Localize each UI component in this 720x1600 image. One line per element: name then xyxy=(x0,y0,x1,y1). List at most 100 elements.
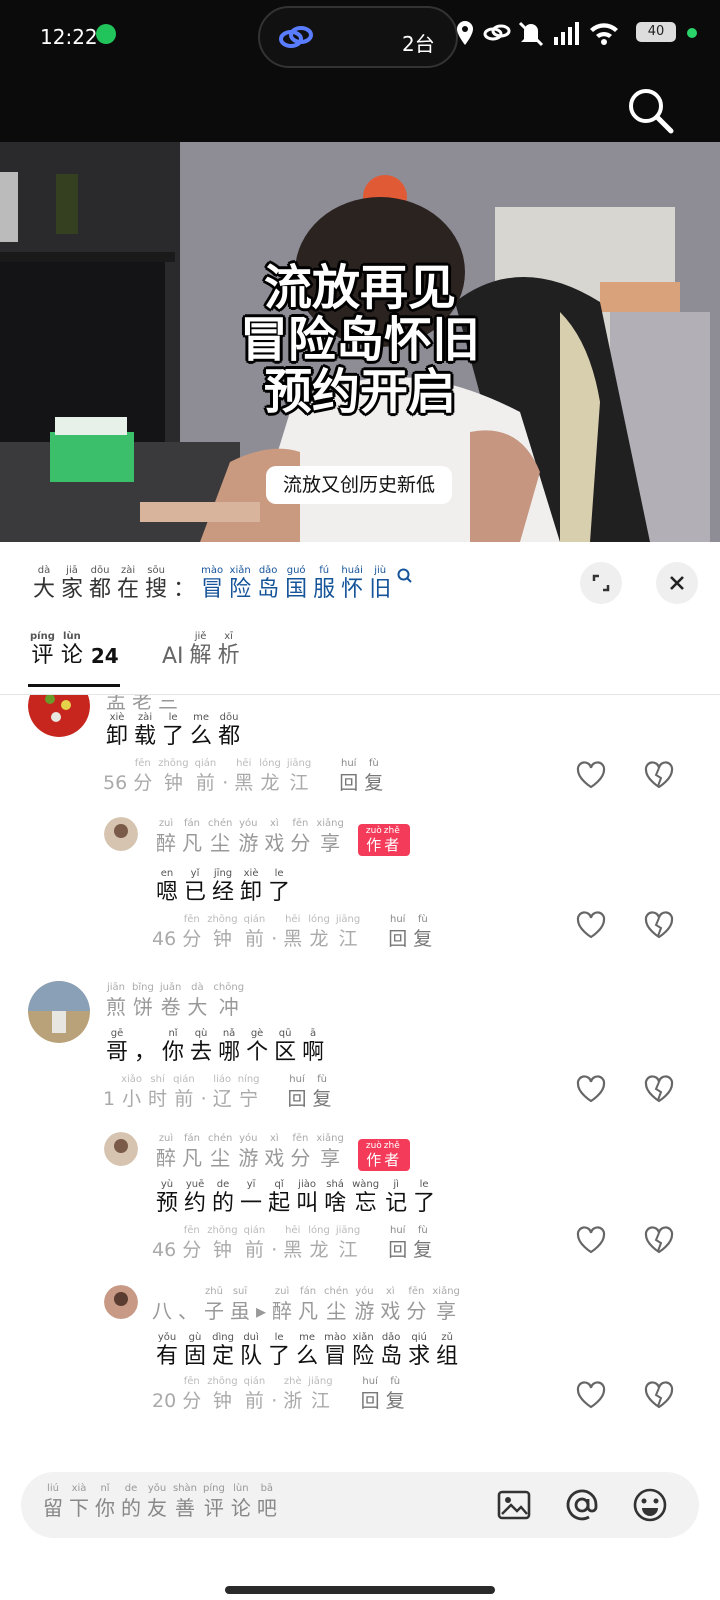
pinyin-annotation: jiāng xyxy=(335,1225,361,1236)
pinyin-char: fán 凡 xyxy=(182,817,202,856)
hanzi: 怀 xyxy=(341,577,364,602)
trending-search[interactable]: dà 大 jiā 家 dōu 都 zài 在 sōu 搜 ： mào 冒 xiǎn 险 dǎo 岛 guó 国 fú… xyxy=(33,564,413,603)
dislike-icon[interactable] xyxy=(643,1379,675,1411)
trend-keyword[interactable]: mào 冒 xiǎn 险 dǎo 岛 guó 国 fú 服 huái 怀 jiù 旧 xyxy=(201,565,397,603)
image-icon[interactable] xyxy=(495,1486,533,1524)
like-icon[interactable] xyxy=(575,909,607,941)
reply-button[interactable]: huí 回 fù 复 xyxy=(361,1376,411,1414)
pinyin-char: yī 一 xyxy=(240,1178,262,1217)
pinyin-annotation: fēn xyxy=(183,1376,200,1387)
expand-button[interactable] xyxy=(580,562,622,604)
close-button[interactable] xyxy=(656,562,698,604)
comment-text: yǒu 有 gù 固 dìng 定 duì 队 le 了 me 么 mào 冒 xiǎn 险 dǎo 岛 qiú 求 z… xyxy=(156,1331,464,1370)
pinyin-annotation: fēn xyxy=(183,1225,200,1236)
tab-comments[interactable]: píng 评 lùn 论 24 xyxy=(30,630,119,669)
dislike-icon[interactable] xyxy=(643,1073,675,1105)
pinyin-char: ： xyxy=(173,564,195,603)
comment-username[interactable]: zuì 醉 fán 凡 chén 尘 yóu 游 xì 戏 fēn 分 xiǎng 享 zuò 作 zhě 者 xyxy=(156,817,410,856)
pinyin-char: píng 评 xyxy=(203,1482,225,1521)
pinyin-char: · xyxy=(271,1224,277,1263)
pinyin-char: chén 尘 xyxy=(208,1132,232,1171)
search-icon[interactable] xyxy=(626,86,676,136)
comment-username[interactable]: 八 、 zhū 子 suī 虽 ▸ zuì 醉 fán 凡 chén 尘 yóu 游 xì 戏 fēn 分 xiǎ… xyxy=(152,1285,466,1324)
pinyin-annotation xyxy=(256,1285,266,1298)
comment-composer: liú 留 xià 下 nǐ 你 de 的 yǒu 友 shàn 善 píng 评 lùn 论 bā 吧 xyxy=(0,1452,720,1600)
like-icon[interactable] xyxy=(575,759,607,791)
tab-ai-analysis[interactable]: AI jiě 解 xī 析 xyxy=(162,630,246,669)
pinyin-annotation: fēn xyxy=(292,1133,309,1144)
pinyin-annotation: qiú xyxy=(411,1332,427,1343)
video-player[interactable]: 流放再见 冒险岛怀旧 预约开启 流放又创历史新低 xyxy=(0,142,720,542)
pinyin-annotation: en xyxy=(160,868,174,879)
hanzi: 尘 xyxy=(210,831,231,855)
like-icon[interactable] xyxy=(575,1379,607,1411)
pinyin-char: zhè 浙 xyxy=(283,1375,302,1414)
hanzi: 了 xyxy=(268,880,291,905)
dislike-icon[interactable] xyxy=(643,909,675,941)
pinyin-char: fán 凡 xyxy=(182,1132,202,1171)
pinyin-char: dǎo 岛 xyxy=(380,1331,402,1370)
pinyin-char: zhě 者 xyxy=(384,826,400,854)
tab-ai-prefix: AI xyxy=(162,644,184,669)
hanzi: 回 xyxy=(360,1390,380,1412)
hanzi: 戏 xyxy=(380,1299,401,1323)
hanzi: 搜 xyxy=(145,577,168,602)
mention-icon[interactable] xyxy=(563,1486,601,1524)
hanzi: 评 xyxy=(31,643,54,668)
reply-button[interactable]: huí 回 fù 复 xyxy=(288,1074,338,1112)
hanzi: 前 xyxy=(195,772,215,794)
hanzi: 复 xyxy=(413,1239,433,1261)
avatar[interactable] xyxy=(104,1285,138,1319)
dynamic-island[interactable]: 2台 xyxy=(258,6,458,68)
pinyin-char: me 么 xyxy=(296,1331,318,1370)
video-caption: 流放又创历史新低 xyxy=(266,466,452,504)
pinyin-annotation: xiǎn xyxy=(229,565,251,576)
hanzi: 啥 xyxy=(324,1191,347,1216)
hanzi: 作 xyxy=(366,836,382,854)
pinyin-char: huí 回 xyxy=(361,1375,380,1414)
search-icon[interactable] xyxy=(397,568,413,584)
reply-button[interactable]: huí 回 fù 复 xyxy=(388,914,438,952)
like-icon[interactable] xyxy=(575,1073,607,1105)
reply-button[interactable]: huí 回 fù 复 xyxy=(339,758,389,796)
hanzi: ： xyxy=(173,577,196,602)
hanzi: 定 xyxy=(212,1344,235,1369)
pinyin-char: mào 冒 xyxy=(201,564,223,603)
comment-username[interactable]: jiān 煎 bǐng 饼 juǎn 卷 dà 大 chōng 冲 xyxy=(106,981,250,1020)
pinyin-annotation: xiè xyxy=(243,868,259,879)
pinyin-char: ▸ xyxy=(256,1285,266,1324)
hanzi: 龙 xyxy=(309,1239,329,1261)
comment-username[interactable]: zuì 醉 fán 凡 chén 尘 yóu 游 xì 戏 fēn 分 xiǎng 享 zuò 作 zhě 者 xyxy=(156,1132,410,1171)
avatar[interactable] xyxy=(104,1132,138,1166)
pinyin-annotation xyxy=(152,1375,176,1388)
avatar[interactable] xyxy=(28,695,90,737)
emoji-icon[interactable] xyxy=(631,1486,669,1524)
home-indicator[interactable] xyxy=(225,1586,495,1594)
hanzi: 分 xyxy=(182,1390,202,1412)
dislike-icon[interactable] xyxy=(643,1224,675,1256)
comment-list[interactable]: 孟 老 三 xiè 卸 zài 载 le 了 me 么 dōu 都 56 fēn 分 zhōng 钟 qiá… xyxy=(0,695,720,1470)
hanzi: 卸 xyxy=(240,880,263,905)
reply-button[interactable]: huí 回 fù 复 xyxy=(388,1225,438,1263)
hanzi: 者 xyxy=(384,1151,400,1169)
pinyin-char: jiā 家 xyxy=(61,564,83,603)
hanzi: 险 xyxy=(352,1344,375,1369)
pinyin-char: · xyxy=(271,1375,277,1414)
pinyin-char: dōu 都 xyxy=(89,564,111,603)
comment-input[interactable]: liú 留 xià 下 nǐ 你 de 的 yǒu 友 shàn 善 píng 评 lùn 论 bā 吧 xyxy=(21,1472,699,1538)
pinyin-char: · xyxy=(201,1073,207,1112)
pinyin-annotation: chén xyxy=(208,818,233,829)
hanzi: · xyxy=(271,928,278,950)
hanzi: 哪 xyxy=(218,1040,241,1065)
pinyin-annotation: chén xyxy=(324,1286,349,1297)
avatar[interactable] xyxy=(104,817,138,851)
hanzi: 了 xyxy=(268,1344,291,1369)
hanzi: 预 xyxy=(156,1191,179,1216)
avatar[interactable] xyxy=(28,981,90,1043)
pinyin-annotation: píng xyxy=(30,631,55,642)
pinyin-char: zhōng 钟 xyxy=(207,1224,237,1263)
pinyin-annotation: qián xyxy=(194,758,217,769)
like-icon[interactable] xyxy=(575,1224,607,1256)
dislike-icon[interactable] xyxy=(643,759,675,791)
pinyin-annotation: qián xyxy=(243,1225,266,1236)
